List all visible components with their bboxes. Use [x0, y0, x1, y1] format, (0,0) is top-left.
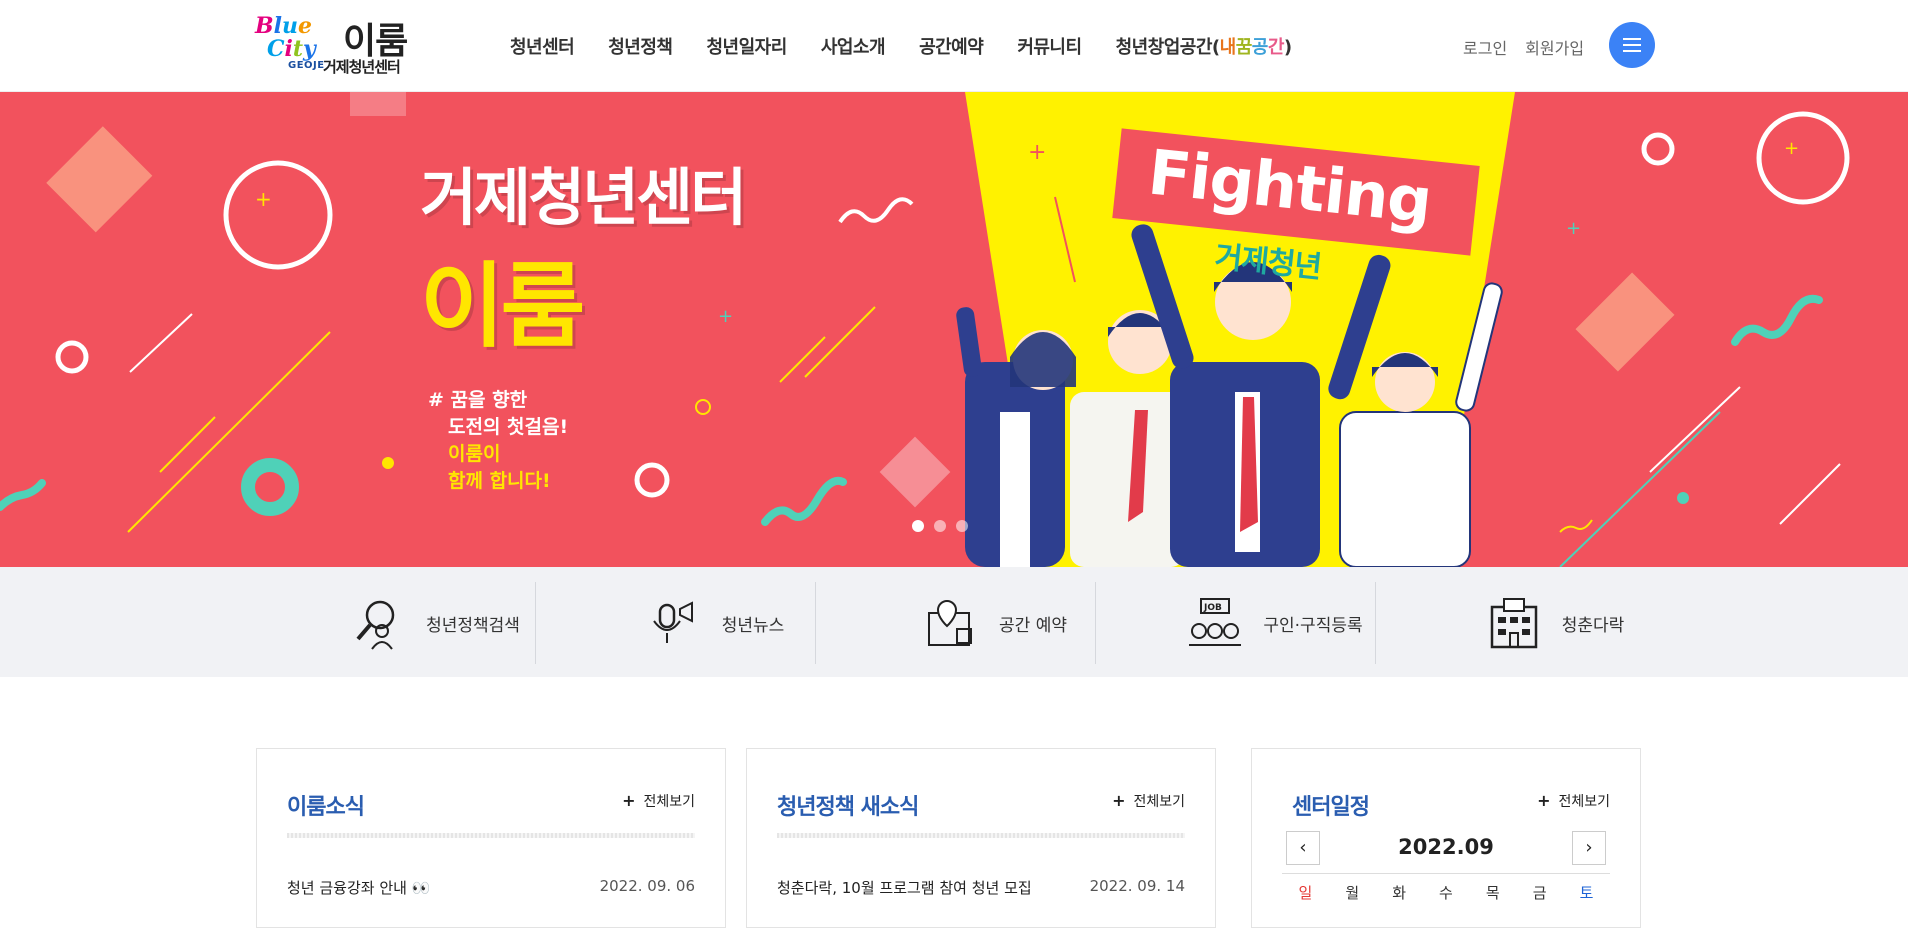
quick-item-youth-news[interactable]: 청년뉴스	[575, 582, 855, 664]
quick-item-job-registration[interactable]: JOB 구인·구직등록	[1135, 582, 1415, 664]
list-item[interactable]: 청년 금융강좌 안내 👀 2022. 09. 06	[287, 877, 695, 898]
weekday-sun: 일	[1298, 884, 1313, 902]
divider	[535, 582, 536, 664]
item-title: 청년 금융강좌 안내 👀	[287, 879, 431, 897]
banner-headline-name: 이룸	[420, 253, 585, 360]
item-title: 청춘다락, 10월 프로그램 참여 청년 모집	[777, 879, 1032, 897]
slide-indicator	[912, 520, 968, 532]
nav-item-startup-space[interactable]: 청년창업공간(내꿈공간)	[1116, 33, 1293, 59]
item-date: 2022. 09. 14	[1089, 877, 1185, 895]
weekday-mon: 월	[1345, 884, 1360, 902]
site-logo[interactable]: Blue City GEOJE 이룸 거제청년센터	[255, 13, 425, 76]
board-title: 청년정책 새소식	[777, 795, 919, 820]
divider	[287, 833, 695, 838]
nav-item-youth-policy[interactable]: 청년정책	[608, 33, 673, 59]
chevron-right-icon[interactable]: ›	[1572, 831, 1606, 865]
calendar-header: 2022.09 ‹ ›	[1282, 831, 1610, 867]
slide-dot-2[interactable]	[934, 520, 946, 532]
nav-item-youth-jobs[interactable]: 청년일자리	[707, 33, 788, 59]
slide-dot-3[interactable]	[956, 520, 968, 532]
magnifier-person-icon	[356, 600, 395, 650]
divider	[815, 582, 816, 664]
calendar-month: 2022.09	[1398, 835, 1494, 859]
svg-text:+: +	[1784, 138, 1799, 159]
nav-item-community[interactable]: 커뮤니티	[1017, 33, 1082, 59]
weekday-fri: 금	[1532, 884, 1547, 902]
map-location-icon	[928, 599, 973, 646]
quick-menu: 청년정책검색 청년뉴스 공간 예약 JOB 구인·구직등록 청춘다락	[0, 567, 1908, 677]
banner-slogan: # 꿈을 향한 도전의 첫걸음! 이룸이 함께 합니다!	[428, 389, 569, 492]
svg-text:+: +	[1566, 218, 1581, 239]
banner-headline: 거제청년센터	[420, 161, 747, 234]
divider	[1375, 582, 1376, 664]
nav-item-space-reservation[interactable]: 공간예약	[919, 33, 984, 59]
weekday-thu: 목	[1485, 884, 1500, 902]
svg-text:+: +	[718, 306, 733, 327]
quick-item-youth-attic[interactable]: 청춘다락	[1415, 582, 1695, 664]
quick-item-label: 구인·구직등록	[1263, 615, 1363, 636]
quick-item-label: 청춘다락	[1561, 615, 1625, 636]
view-all-button[interactable]: + 전체보기	[1112, 791, 1185, 811]
schedule-board: 센터일정 + 전체보기 2022.09 ‹ › 일 월 화 수 목 금 토	[1251, 748, 1641, 928]
hamburger-icon[interactable]	[1609, 22, 1655, 68]
weekday-tue: 화	[1392, 884, 1407, 902]
weekday-sat: 토	[1579, 884, 1594, 902]
logo-city-text: City	[267, 36, 316, 62]
building-icon	[1490, 598, 1537, 649]
item-date: 2022. 09. 06	[599, 877, 695, 895]
microphone-megaphone-icon	[652, 601, 693, 643]
divider	[777, 833, 1185, 838]
svg-text:+: +	[1028, 140, 1046, 165]
site-header: Blue City GEOJE 이룸 거제청년센터 청년센터 청년정책 청년일자…	[0, 0, 1908, 92]
quick-item-label: 청년정책검색	[426, 615, 520, 636]
chevron-left-icon[interactable]: ‹	[1286, 831, 1320, 865]
signup-link[interactable]: 회원가입	[1525, 35, 1584, 59]
policy-news-board: 청년정책 새소식 + 전체보기 청춘다락, 10월 프로그램 참여 청년 모집 2…	[746, 748, 1216, 928]
plus-icon: +	[1112, 791, 1126, 810]
board-title: 이룸소식	[287, 795, 365, 820]
quick-item-label: 청년뉴스	[721, 615, 785, 636]
logo-subtitle: 거제청년센터	[323, 58, 401, 76]
svg-text:JOB: JOB	[1203, 603, 1222, 613]
login-link[interactable]: 로그인	[1463, 35, 1507, 59]
nav-item-youth-center[interactable]: 청년센터	[510, 33, 575, 59]
calendar-weekdays: 일 월 화 수 목 금 토	[1282, 873, 1610, 903]
quick-item-policy-search[interactable]: 청년정책검색	[295, 582, 575, 664]
weekday-wed: 수	[1439, 884, 1453, 902]
board-title: 센터일정	[1292, 795, 1370, 820]
plus-icon: +	[1537, 791, 1551, 810]
job-people-icon: JOB	[1189, 598, 1242, 646]
news-board: 이룸소식 + 전체보기 청년 금융강좌 안내 👀 2022. 09. 06	[256, 748, 726, 928]
logo-blue-text: Blue	[255, 13, 312, 39]
main-banner: + + + + + 거제청년센터 이룸 # 꿈을 향한 도전의 첫걸음! 이룸이…	[0, 92, 1908, 567]
logo-geoje-text: GEOJE	[288, 60, 325, 71]
quick-item-space-reservation[interactable]: 공간 예약	[855, 582, 1135, 664]
slide-dot-1[interactable]	[912, 520, 924, 532]
nav-item-business[interactable]: 사업소개	[821, 33, 886, 59]
svg-text:+: +	[255, 187, 272, 211]
banner-decoration: + + + + +	[0, 92, 1850, 567]
quick-item-label: 공간 예약	[999, 615, 1067, 636]
plus-icon: +	[622, 791, 636, 810]
divider	[1095, 582, 1096, 664]
list-item[interactable]: 청춘다락, 10월 프로그램 참여 청년 모집 2022. 09. 14	[777, 877, 1185, 898]
view-all-button[interactable]: + 전체보기	[622, 791, 695, 811]
view-all-button[interactable]: + 전체보기	[1537, 791, 1610, 811]
main-nav: 청년센터 청년정책 청년일자리 사업소개 공간예약 커뮤니티 청년창업공간(내꿈…	[510, 33, 1326, 59]
util-links: 로그인 회원가입	[1463, 35, 1584, 59]
